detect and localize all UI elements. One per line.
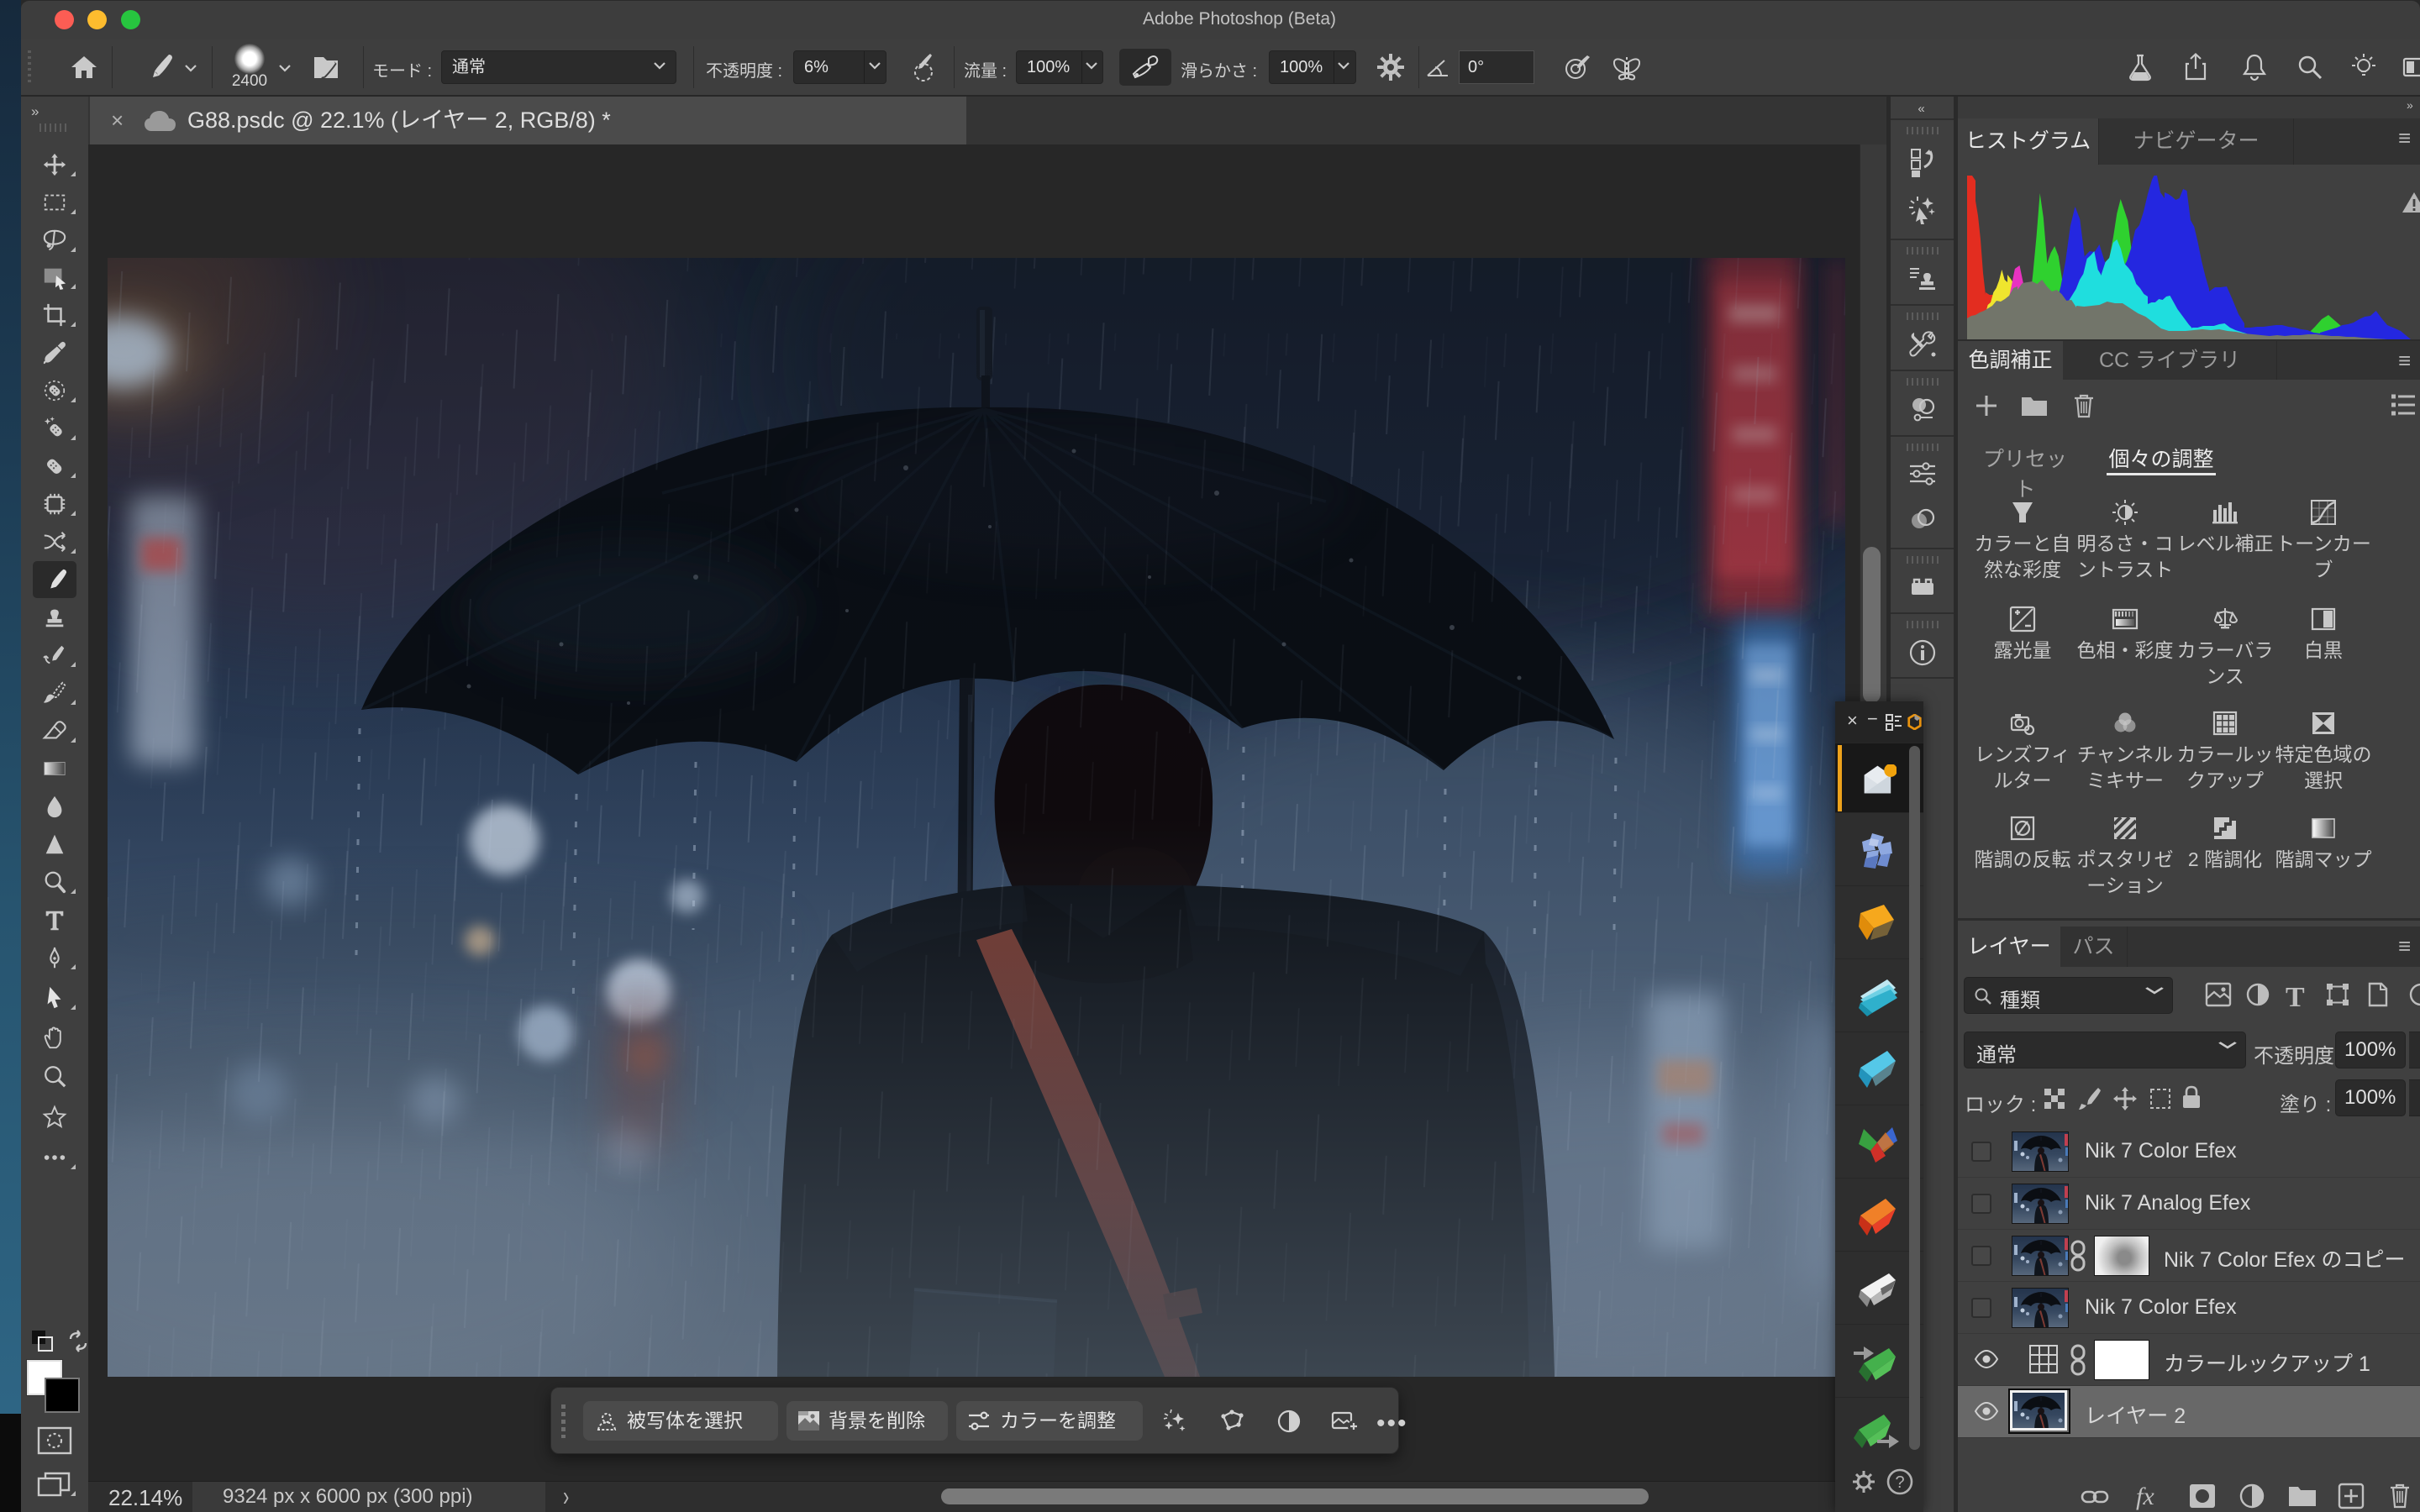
svg-text:?: ? <box>1895 1473 1904 1492</box>
